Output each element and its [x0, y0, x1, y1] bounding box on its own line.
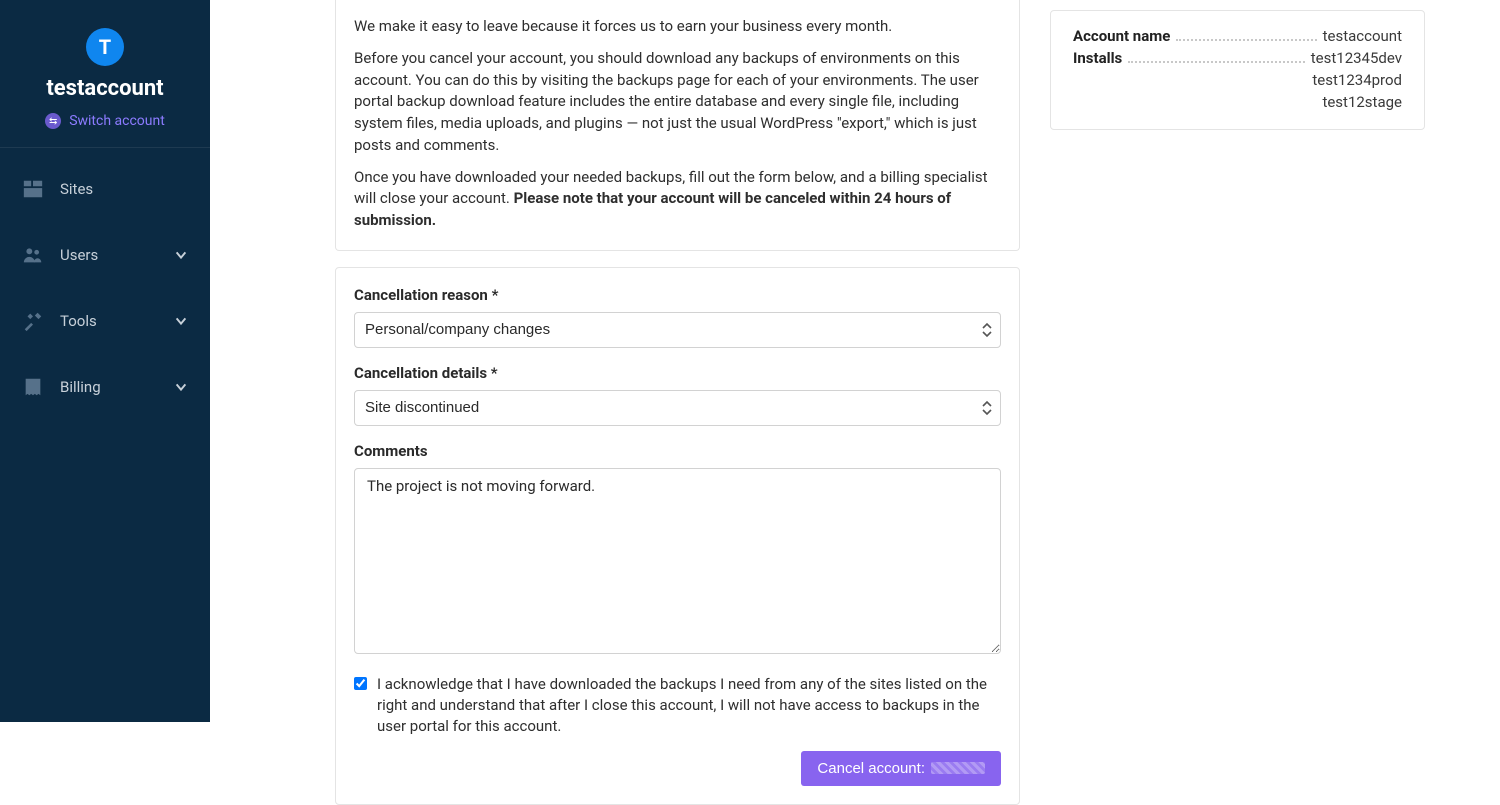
sidebar: T testaccount ⇆ Switch account Sites Use…: [0, 0, 210, 722]
panel-key: Account name: [1073, 27, 1170, 45]
sidebar-item-sites[interactable]: Sites: [0, 156, 210, 222]
cancellation-form: Cancellation reason * Personal/company c…: [335, 267, 1020, 805]
switch-account-label: Switch account: [69, 113, 165, 129]
cancel-button-label: Cancel account:: [817, 760, 925, 777]
dotted-divider: [1128, 61, 1305, 63]
details-label: Cancellation details *: [354, 364, 1001, 382]
switch-account-link[interactable]: ⇆ Switch account: [45, 113, 165, 129]
sites-icon: [22, 178, 44, 200]
sidebar-item-label: Sites: [60, 180, 188, 198]
switch-icon: ⇆: [45, 113, 61, 129]
field-comments: Comments: [354, 442, 1001, 658]
sidebar-nav: Sites Users Tools Billing: [0, 148, 210, 420]
chevron-down-icon: [174, 248, 188, 262]
sidebar-item-label: Billing: [60, 378, 174, 396]
reason-select[interactable]: Personal/company changes: [354, 312, 1001, 348]
sidebar-item-label: Tools: [60, 312, 174, 330]
panel-install-item: test1234prod: [1073, 71, 1402, 89]
field-cancellation-reason: Cancellation reason * Personal/company c…: [354, 286, 1001, 348]
panel-key: Installs: [1073, 49, 1122, 67]
acknowledgement-row: I acknowledge that I have downloaded the…: [354, 674, 1001, 737]
acknowledgement-text: I acknowledge that I have downloaded the…: [377, 674, 1001, 737]
reason-label: Cancellation reason *: [354, 286, 1001, 304]
sidebar-header: T testaccount ⇆ Switch account: [0, 0, 210, 148]
info-paragraph: Once you have downloaded your needed bac…: [354, 167, 1001, 232]
billing-icon: [22, 376, 44, 398]
panel-value: testaccount: [1323, 27, 1402, 45]
tools-icon: [22, 310, 44, 332]
sidebar-item-tools[interactable]: Tools: [0, 288, 210, 354]
chevron-down-icon: [174, 380, 188, 394]
cancellation-info-box: We make it easy to leave because it forc…: [335, 0, 1020, 251]
panel-install-item: test12stage: [1073, 93, 1402, 111]
details-select[interactable]: Site discontinued: [354, 390, 1001, 426]
comments-label: Comments: [354, 442, 1001, 460]
users-icon: [22, 244, 44, 266]
info-paragraph: Before you cancel your account, you shou…: [354, 48, 1001, 157]
button-row: Cancel account:: [354, 751, 1001, 786]
info-paragraph: We make it easy to leave because it forc…: [354, 16, 1001, 38]
cancel-account-button[interactable]: Cancel account:: [801, 751, 1001, 786]
account-summary-panel: Account name testaccount Installs test12…: [1050, 10, 1425, 130]
account-avatar: T: [86, 28, 124, 66]
comments-textarea[interactable]: [354, 468, 1001, 654]
sidebar-item-label: Users: [60, 246, 174, 264]
panel-row-account-name: Account name testaccount: [1073, 27, 1402, 45]
acknowledgement-checkbox[interactable]: [354, 677, 367, 690]
main-content: We make it easy to leave because it forc…: [335, 0, 1020, 805]
sidebar-item-users[interactable]: Users: [0, 222, 210, 288]
field-cancellation-details: Cancellation details * Site discontinued: [354, 364, 1001, 426]
dotted-divider: [1176, 39, 1316, 41]
chevron-down-icon: [174, 314, 188, 328]
sidebar-account-name: testaccount: [0, 76, 210, 101]
panel-row-installs: Installs test12345dev: [1073, 49, 1402, 67]
redacted-account-name: [931, 762, 985, 774]
sidebar-item-billing[interactable]: Billing: [0, 354, 210, 420]
panel-value: test12345dev: [1311, 49, 1402, 67]
